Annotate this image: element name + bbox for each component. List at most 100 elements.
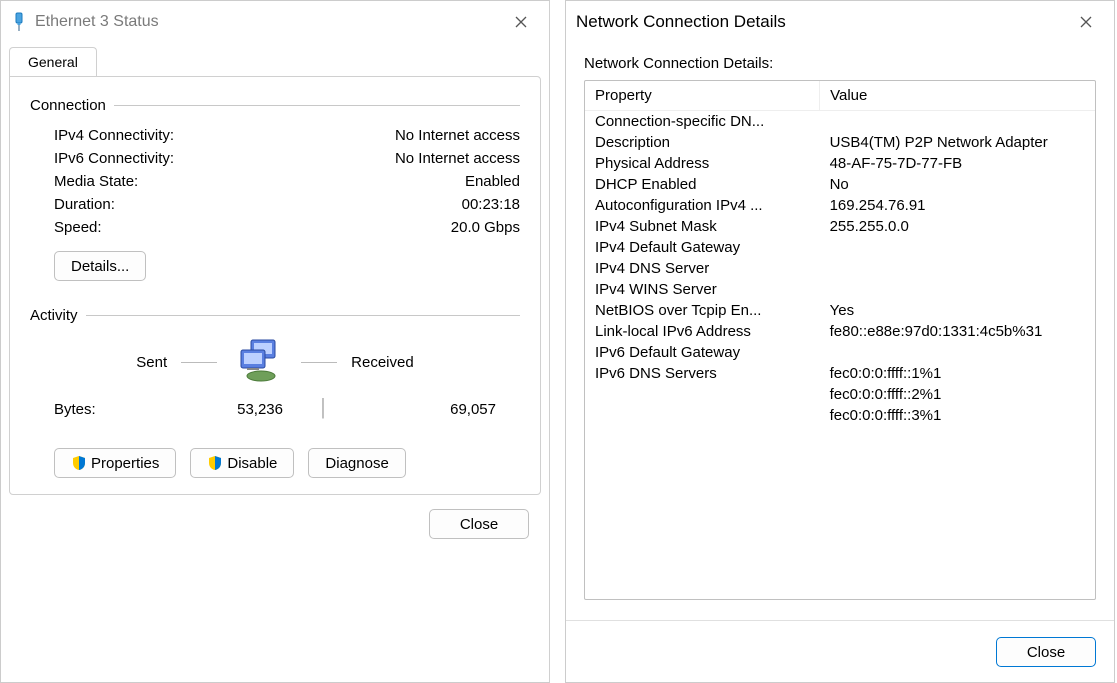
ipv6-label: IPv6 Connectivity: bbox=[54, 150, 174, 167]
table-row[interactable]: fec0:0:0:ffff::3%1 bbox=[585, 405, 1095, 426]
status-title: Ethernet 3 Status bbox=[35, 13, 499, 31]
row-duration: Duration: 00:23:18 bbox=[30, 193, 520, 216]
ethernet-status-dialog: Ethernet 3 Status General Connection IPv… bbox=[0, 0, 550, 683]
cell-property: NetBIOS over Tcpip En... bbox=[585, 300, 820, 321]
action-row: Properties Disable Diagnose bbox=[30, 448, 520, 478]
duration-label: Duration: bbox=[54, 196, 115, 213]
status-footer: Close bbox=[1, 495, 549, 539]
row-ipv4: IPv4 Connectivity: No Internet access bbox=[30, 124, 520, 147]
cell-value: USB4(TM) P2P Network Adapter bbox=[820, 132, 1095, 153]
col-value[interactable]: Value bbox=[820, 81, 1095, 111]
cell-property: Physical Address bbox=[585, 153, 820, 174]
cell-value: Yes bbox=[820, 300, 1095, 321]
table-row[interactable]: IPv4 WINS Server bbox=[585, 279, 1095, 300]
activity-fieldset: Activity bbox=[30, 307, 520, 324]
cell-value bbox=[820, 111, 1095, 133]
table-row[interactable]: DescriptionUSB4(TM) P2P Network Adapter bbox=[585, 132, 1095, 153]
table-row[interactable]: NetBIOS over Tcpip En...Yes bbox=[585, 300, 1095, 321]
details-footer: Close bbox=[566, 620, 1114, 667]
cell-value: 48-AF-75-7D-77-FB bbox=[820, 153, 1095, 174]
details-button[interactable]: Details... bbox=[54, 251, 146, 281]
cell-property bbox=[585, 384, 820, 405]
diagnose-button[interactable]: Diagnose bbox=[308, 448, 405, 478]
cell-value bbox=[820, 237, 1095, 258]
divider: | bbox=[283, 394, 363, 420]
sent-label: Sent bbox=[136, 354, 167, 371]
connection-details-dialog: Network Connection Details Network Conne… bbox=[565, 0, 1115, 683]
divider bbox=[86, 315, 520, 316]
table-row[interactable]: IPv4 DNS Server bbox=[585, 258, 1095, 279]
ipv4-label: IPv4 Connectivity: bbox=[54, 127, 174, 144]
duration-value: 00:23:18 bbox=[462, 196, 520, 213]
divider bbox=[181, 362, 217, 363]
cell-property: IPv4 DNS Server bbox=[585, 258, 820, 279]
bytes-sent: 53,236 bbox=[150, 401, 283, 418]
table-row[interactable]: IPv4 Subnet Mask255.255.0.0 bbox=[585, 216, 1095, 237]
table-row[interactable]: IPv6 Default Gateway bbox=[585, 342, 1095, 363]
cell-property: IPv4 Subnet Mask bbox=[585, 216, 820, 237]
cell-property: Link-local IPv6 Address bbox=[585, 321, 820, 342]
row-ipv6: IPv6 Connectivity: No Internet access bbox=[30, 147, 520, 170]
status-titlebar: Ethernet 3 Status bbox=[1, 1, 549, 43]
table-row[interactable]: Connection-specific DN... bbox=[585, 111, 1095, 133]
cell-value: fe80::e88e:97d0:1331:4c5b%31 bbox=[820, 321, 1095, 342]
divider bbox=[301, 362, 337, 363]
table-row[interactable]: Link-local IPv6 Addressfe80::e88e:97d0:1… bbox=[585, 321, 1095, 342]
network-icon bbox=[231, 338, 287, 386]
cell-property bbox=[585, 405, 820, 426]
col-property[interactable]: Property bbox=[585, 81, 820, 111]
cell-property: IPv4 Default Gateway bbox=[585, 237, 820, 258]
speed-label: Speed: bbox=[54, 219, 102, 236]
cell-property: Connection-specific DN... bbox=[585, 111, 820, 133]
status-tabs: General bbox=[9, 47, 541, 76]
details-close-button[interactable] bbox=[1064, 6, 1108, 38]
cell-value bbox=[820, 342, 1095, 363]
status-panel: Connection IPv4 Connectivity: No Interne… bbox=[9, 76, 541, 495]
table-row[interactable]: fec0:0:0:ffff::2%1 bbox=[585, 384, 1095, 405]
media-value: Enabled bbox=[465, 173, 520, 190]
row-speed: Speed: 20.0 Gbps bbox=[30, 216, 520, 239]
cell-property: Autoconfiguration IPv4 ... bbox=[585, 195, 820, 216]
cell-value: 255.255.0.0 bbox=[820, 216, 1095, 237]
cell-value: 169.254.76.91 bbox=[820, 195, 1095, 216]
divider bbox=[114, 105, 520, 106]
status-close-footer-button[interactable]: Close bbox=[429, 509, 529, 539]
cell-value: fec0:0:0:ffff::2%1 bbox=[820, 384, 1095, 405]
ipv4-value: No Internet access bbox=[395, 127, 520, 144]
table-row[interactable]: Autoconfiguration IPv4 ...169.254.76.91 bbox=[585, 195, 1095, 216]
details-title: Network Connection Details bbox=[576, 12, 1064, 32]
row-media: Media State: Enabled bbox=[30, 170, 520, 193]
details-caption: Network Connection Details: bbox=[584, 55, 1096, 72]
cell-property: IPv6 Default Gateway bbox=[585, 342, 820, 363]
cell-property: Description bbox=[585, 132, 820, 153]
connection-legend: Connection bbox=[30, 97, 114, 114]
status-close-button[interactable] bbox=[499, 6, 543, 38]
disable-button[interactable]: Disable bbox=[190, 448, 294, 478]
activity-graphic: Sent Received bbox=[30, 338, 520, 386]
shield-icon bbox=[207, 455, 223, 471]
details-table: Property Value Connection-specific DN...… bbox=[585, 81, 1095, 426]
table-row[interactable]: IPv4 Default Gateway bbox=[585, 237, 1095, 258]
table-row[interactable]: DHCP EnabledNo bbox=[585, 174, 1095, 195]
bytes-received: 69,057 bbox=[363, 401, 520, 418]
cell-property: IPv4 WINS Server bbox=[585, 279, 820, 300]
cell-value bbox=[820, 279, 1095, 300]
details-body: Network Connection Details: Property Val… bbox=[566, 43, 1114, 610]
properties-label: Properties bbox=[91, 455, 159, 472]
details-close-footer-button[interactable]: Close bbox=[996, 637, 1096, 667]
activity-legend: Activity bbox=[30, 307, 86, 324]
cell-value: fec0:0:0:ffff::3%1 bbox=[820, 405, 1095, 426]
table-row[interactable]: Physical Address48-AF-75-7D-77-FB bbox=[585, 153, 1095, 174]
details-table-wrap: Property Value Connection-specific DN...… bbox=[584, 80, 1096, 600]
details-button-row: Details... bbox=[30, 251, 520, 281]
shield-icon bbox=[71, 455, 87, 471]
cell-property: DHCP Enabled bbox=[585, 174, 820, 195]
disable-label: Disable bbox=[227, 455, 277, 472]
details-titlebar: Network Connection Details bbox=[566, 1, 1114, 43]
ethernet-icon bbox=[11, 12, 27, 32]
speed-value: 20.0 Gbps bbox=[451, 219, 520, 236]
cell-value: No bbox=[820, 174, 1095, 195]
tab-general[interactable]: General bbox=[9, 47, 97, 76]
properties-button[interactable]: Properties bbox=[54, 448, 176, 478]
table-row[interactable]: IPv6 DNS Serversfec0:0:0:ffff::1%1 bbox=[585, 363, 1095, 384]
